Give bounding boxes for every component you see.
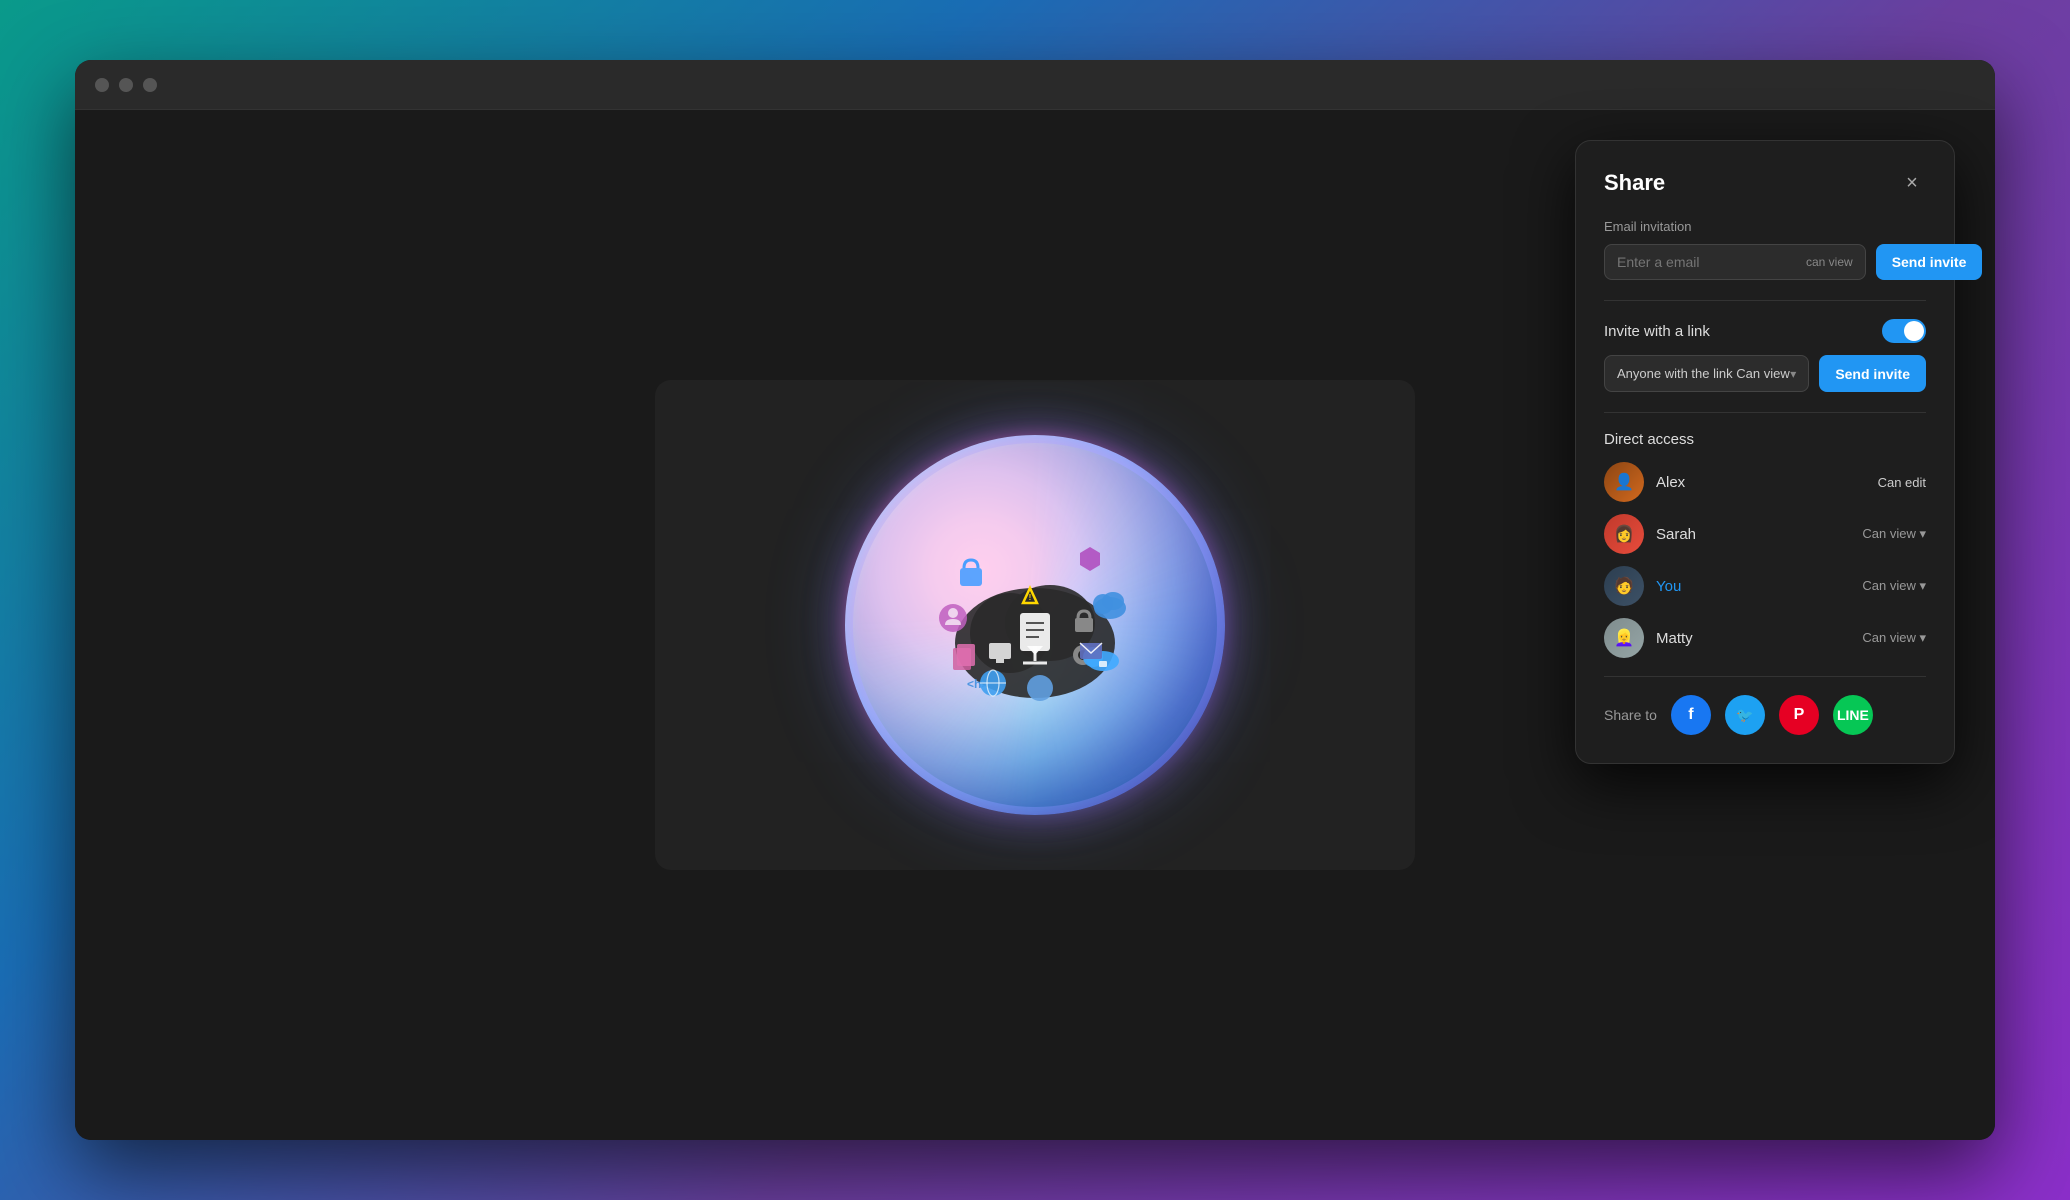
email-input-wrapper[interactable]: can view [1604, 244, 1866, 280]
facebook-button[interactable]: f [1671, 695, 1711, 735]
user-perm-alex: Can edit [1878, 475, 1926, 490]
avatar-you: 🧑 [1604, 566, 1644, 606]
share-title: Share [1604, 170, 1665, 196]
user-item-you: 🧑 You Can view ▾ [1604, 566, 1926, 606]
share-panel: Share × Email invitation can view Send i… [1575, 140, 1955, 764]
svg-text:!: ! [1029, 593, 1032, 602]
cloud-svg: ! [925, 513, 1145, 733]
pinterest-button[interactable]: P [1779, 695, 1819, 735]
line-button[interactable]: LINE [1833, 695, 1873, 735]
cloud-illustration: ! [845, 435, 1225, 815]
link-row: Invite with a link [1604, 319, 1926, 343]
close-button[interactable]: × [1898, 169, 1926, 197]
avatar-alex: 👤 [1604, 462, 1644, 502]
direct-access-section: Direct access 👤 Alex Can edit 👩 Sarah Ca… [1604, 431, 1926, 658]
user-perm-sarah[interactable]: Can view ▾ [1862, 526, 1926, 542]
user-perm-you[interactable]: Can view ▾ [1862, 578, 1926, 594]
divider-3 [1604, 676, 1926, 677]
cloud-svg-area: ! [925, 513, 1145, 738]
can-view-badge: can view [1806, 255, 1853, 269]
user-item-matty: 👱‍♀️ Matty Can view ▾ [1604, 618, 1926, 658]
email-row: can view Send invite [1604, 244, 1926, 280]
divider-2 [1604, 412, 1926, 413]
avatar-sarah: 👩 [1604, 514, 1644, 554]
user-list: 👤 Alex Can edit 👩 Sarah Can view ▾ 🧑 You [1604, 462, 1926, 658]
orb: ! [845, 435, 1225, 815]
window-dot-2 [119, 78, 133, 92]
titlebar [75, 60, 1995, 110]
email-input[interactable] [1617, 254, 1798, 270]
email-section: Email invitation can view Send invite [1604, 219, 1926, 280]
direct-access-label: Direct access [1604, 431, 1926, 448]
share-to-row: Share to f 🐦 P LINE [1604, 695, 1926, 735]
link-label: Invite with a link [1604, 323, 1710, 340]
user-name-sarah: Sarah [1656, 526, 1850, 543]
invite-link-toggle[interactable] [1882, 319, 1926, 343]
window-content: ! [75, 110, 1995, 1140]
facebook-icon: f [1688, 706, 1693, 724]
app-window: ! [75, 60, 1995, 1140]
image-container: ! [655, 380, 1415, 870]
share-panel-header: Share × [1604, 169, 1926, 197]
user-item-alex: 👤 Alex Can edit [1604, 462, 1926, 502]
twitter-button[interactable]: 🐦 [1725, 695, 1765, 735]
divider-1 [1604, 300, 1926, 301]
link-send-button[interactable]: Send invite [1819, 355, 1926, 392]
link-select-row: Anyone with the link Can view ▾ Send inv… [1604, 355, 1926, 392]
share-to-label: Share to [1604, 707, 1657, 723]
email-send-button[interactable]: Send invite [1876, 244, 1983, 280]
user-item-sarah: 👩 Sarah Can view ▾ [1604, 514, 1926, 554]
chevron-down-icon: ▾ [1790, 367, 1796, 381]
user-perm-matty[interactable]: Can view ▾ [1862, 630, 1926, 646]
email-section-label: Email invitation [1604, 219, 1926, 234]
link-select-text: Anyone with the link Can view [1617, 366, 1790, 381]
user-name-alex: Alex [1656, 474, 1866, 491]
link-section: Invite with a link Anyone with the link … [1604, 319, 1926, 392]
user-name-you: You [1656, 578, 1850, 595]
window-dot-3 [143, 78, 157, 92]
line-icon: LINE [1837, 707, 1869, 723]
link-permission-select[interactable]: Anyone with the link Can view ▾ [1604, 355, 1809, 392]
twitter-icon: 🐦 [1736, 707, 1753, 724]
avatar-matty: 👱‍♀️ [1604, 618, 1644, 658]
window-dot-1 [95, 78, 109, 92]
user-name-matty: Matty [1656, 630, 1850, 647]
pinterest-icon: P [1794, 706, 1805, 724]
